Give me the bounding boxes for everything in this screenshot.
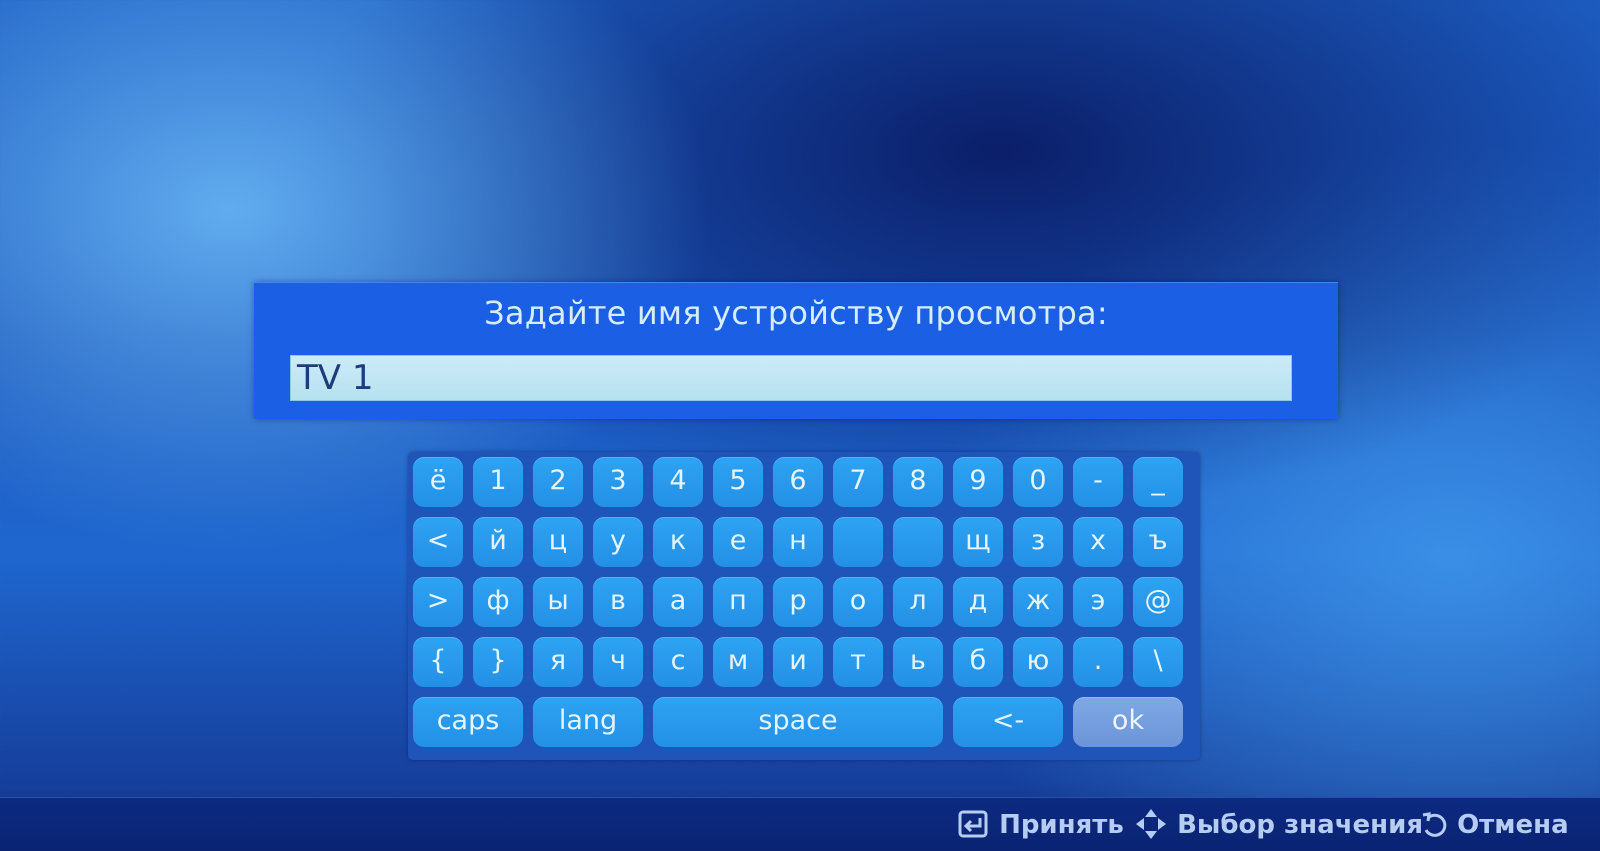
key[interactable]: 1 bbox=[473, 457, 523, 507]
device-name-input[interactable]: TV 1 bbox=[290, 355, 1292, 401]
backspace-key[interactable]: <- bbox=[953, 697, 1063, 747]
key[interactable]: ч bbox=[593, 637, 643, 687]
key[interactable]: . bbox=[1073, 637, 1123, 687]
key[interactable]: и bbox=[773, 637, 823, 687]
key[interactable]: 4 bbox=[653, 457, 703, 507]
key[interactable]: у bbox=[593, 517, 643, 567]
key[interactable]: ю bbox=[1013, 637, 1063, 687]
cancel-hint[interactable]: Отмена bbox=[1420, 798, 1569, 851]
key[interactable]: 6 bbox=[773, 457, 823, 507]
accept-hint[interactable]: Принять bbox=[958, 798, 1124, 851]
key[interactable]: 5 bbox=[713, 457, 763, 507]
on-screen-keyboard: ё 1 2 3 4 5 6 7 8 9 0- _ < й ц у к е н щ з х ъ > ф ы в а п р о л д ж э @ {} я… bbox=[408, 452, 1200, 760]
key[interactable]: 2 bbox=[533, 457, 583, 507]
key[interactable]: 7 bbox=[833, 457, 883, 507]
key[interactable]: > bbox=[413, 577, 463, 627]
key[interactable]: л bbox=[893, 577, 943, 627]
key[interactable]: ж bbox=[1013, 577, 1063, 627]
key[interactable]: я bbox=[533, 637, 583, 687]
key[interactable]: } bbox=[473, 637, 523, 687]
key-blank[interactable] bbox=[893, 517, 943, 567]
key[interactable]: о bbox=[833, 577, 883, 627]
key[interactable]: з bbox=[1013, 517, 1063, 567]
key[interactable]: 9 bbox=[953, 457, 1003, 507]
key[interactable]: й bbox=[473, 517, 523, 567]
key[interactable]: д bbox=[953, 577, 1003, 627]
key[interactable]: ф bbox=[473, 577, 523, 627]
key[interactable]: ъ bbox=[1133, 517, 1183, 567]
key[interactable]: в bbox=[593, 577, 643, 627]
key[interactable]: м bbox=[713, 637, 763, 687]
key[interactable]: х bbox=[1073, 517, 1123, 567]
key[interactable]: б bbox=[953, 637, 1003, 687]
help-bar: Принять Выбор значения Отмена bbox=[0, 797, 1600, 851]
key[interactable]: р bbox=[773, 577, 823, 627]
key[interactable]: е bbox=[713, 517, 763, 567]
key[interactable]: к bbox=[653, 517, 703, 567]
key[interactable]: ц bbox=[533, 517, 583, 567]
key[interactable]: - bbox=[1073, 457, 1123, 507]
accept-label: Принять bbox=[999, 810, 1124, 840]
key[interactable]: п bbox=[713, 577, 763, 627]
key[interactable]: с bbox=[653, 637, 703, 687]
tv-screen: Задайте имя устройству просмотра: TV 1 ё… bbox=[0, 0, 1600, 851]
key[interactable]: н bbox=[773, 517, 823, 567]
space-key[interactable]: space bbox=[653, 697, 943, 747]
enter-icon bbox=[958, 810, 999, 840]
key[interactable]: э bbox=[1073, 577, 1123, 627]
key[interactable]: _ bbox=[1133, 457, 1183, 507]
key[interactable]: 8 bbox=[893, 457, 943, 507]
key[interactable]: @ bbox=[1133, 577, 1183, 627]
select-value-label: Выбор значения bbox=[1177, 810, 1424, 840]
key[interactable]: \ bbox=[1133, 637, 1183, 687]
select-value-hint[interactable]: Выбор значения bbox=[1134, 798, 1423, 851]
lang-key[interactable]: lang bbox=[533, 697, 643, 747]
key[interactable]: т bbox=[833, 637, 883, 687]
key[interactable]: а bbox=[653, 577, 703, 627]
key[interactable]: ы bbox=[533, 577, 583, 627]
key[interactable]: < bbox=[413, 517, 463, 567]
key[interactable]: ь bbox=[893, 637, 943, 687]
return-arrow-icon bbox=[1420, 810, 1457, 840]
cancel-label: Отмена bbox=[1457, 810, 1569, 840]
dialog-title: Задайте имя устройству просмотра: bbox=[484, 294, 1108, 332]
device-name-dialog: Задайте имя устройству просмотра: TV 1 bbox=[254, 282, 1338, 419]
key[interactable]: 0 bbox=[1013, 457, 1063, 507]
dpad-arrows-icon bbox=[1134, 808, 1177, 840]
key-blank[interactable] bbox=[833, 517, 883, 567]
key[interactable]: щ bbox=[953, 517, 1003, 567]
ok-key[interactable]: ok bbox=[1073, 697, 1183, 747]
caps-key[interactable]: caps bbox=[413, 697, 523, 747]
key[interactable]: { bbox=[413, 637, 463, 687]
key[interactable]: ё bbox=[413, 457, 463, 507]
key[interactable]: 3 bbox=[593, 457, 643, 507]
